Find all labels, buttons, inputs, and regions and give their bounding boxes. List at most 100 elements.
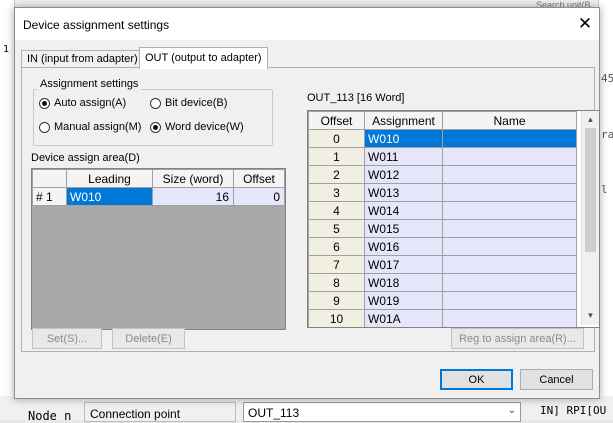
background-connection-point-select[interactable]: OUT_113 ⌄	[243, 402, 521, 422]
delete-button[interactable]: Delete(E)	[112, 328, 185, 349]
radio-auto-assign-label: Auto assign(A)	[54, 97, 127, 109]
table-row[interactable]: 4 W014	[308, 201, 577, 220]
out-table-label: OUT_113 [16 Word]	[307, 92, 405, 104]
column-header-offset[interactable]: Offset	[233, 169, 285, 188]
reg-to-assign-area-button[interactable]: Reg to assign area(R)...	[451, 328, 584, 349]
table-row[interactable]: 6 W016	[308, 237, 577, 256]
assignment-cell[interactable]: W018	[364, 273, 443, 292]
name-cell[interactable]	[442, 165, 577, 184]
scroll-down-icon[interactable]: ▼	[582, 309, 599, 323]
offset-cell: 4	[308, 201, 365, 220]
radio-manual-assign[interactable]: Manual assign(M)	[39, 121, 141, 133]
set-button[interactable]: Set(S)...	[32, 328, 102, 349]
assignment-cell[interactable]: W012	[364, 165, 443, 184]
radio-manual-assign-indicator	[39, 121, 50, 133]
column-header-name[interactable]: Name	[442, 111, 577, 130]
name-cell[interactable]	[442, 183, 577, 202]
dialog-titlebar: Device assignment settings ✕	[15, 8, 599, 40]
name-cell[interactable]	[442, 201, 577, 220]
radio-manual-assign-label: Manual assign(M)	[54, 121, 142, 133]
radio-word-device-indicator	[150, 121, 161, 133]
tab-in[interactable]: IN (input from adapter)	[21, 50, 144, 67]
device-assign-table: Leading Size (word) Offset # 1 W010 16 0	[32, 169, 285, 206]
table-row[interactable]: 3 W013	[308, 183, 577, 202]
leading-cell[interactable]: W010	[66, 187, 153, 206]
scrollbar-thumb[interactable]	[585, 128, 596, 252]
name-cell[interactable]	[442, 237, 577, 256]
background-node-label: Node n	[28, 409, 72, 423]
assignment-cell[interactable]: W017	[364, 255, 443, 274]
tab-out-label: OUT (output to adapter)	[145, 52, 262, 64]
column-header-leading[interactable]: Leading	[66, 169, 153, 188]
offset-cell[interactable]: 0	[233, 187, 285, 206]
assignment-cell[interactable]: W016	[364, 237, 443, 256]
background-connection-point-label: Connection point	[84, 402, 236, 422]
name-cell[interactable]	[442, 273, 577, 292]
name-cell[interactable]	[442, 255, 577, 274]
assignment-cell[interactable]: W014	[364, 201, 443, 220]
device-assign-area-grid[interactable]: Leading Size (word) Offset # 1 W010 16 0	[31, 168, 286, 330]
table-row[interactable]: 0 W010	[308, 129, 577, 148]
background-right-text: ra	[601, 128, 613, 141]
vertical-scrollbar[interactable]: ▲ ▼	[581, 111, 599, 325]
ok-button[interactable]: OK	[440, 369, 513, 390]
column-header-assignment[interactable]: Assignment	[364, 111, 443, 130]
table-row[interactable]: 5 W015	[308, 219, 577, 238]
cancel-button[interactable]: Cancel	[520, 369, 593, 390]
offset-cell: 1	[308, 147, 365, 166]
assignment-cell[interactable]: W019	[364, 291, 443, 310]
size-cell[interactable]: 16	[152, 187, 234, 206]
table-row[interactable]: 7 W017	[308, 255, 577, 274]
assignment-cell[interactable]: W013	[364, 183, 443, 202]
background-line-number: 1	[3, 44, 10, 55]
tab-out[interactable]: OUT (output to adapter)	[139, 47, 268, 69]
connection-point-value: OUT_113	[248, 406, 300, 420]
table-row[interactable]: 2 W012	[308, 165, 577, 184]
offset-cell: 6	[308, 237, 365, 256]
device-assignment-dialog: Device assignment settings ✕ IN (input f…	[14, 7, 600, 399]
name-cell[interactable]	[442, 147, 577, 166]
background-right-text: 45	[601, 72, 613, 85]
name-cell[interactable]	[442, 309, 577, 327]
column-header-size[interactable]: Size (word)	[152, 169, 234, 188]
dialog-title: Device assignment settings	[23, 18, 170, 32]
offset-cell: 9	[308, 291, 365, 310]
offset-cell: 0	[308, 129, 365, 148]
background-right-text: l	[601, 183, 608, 196]
connection-point-text: Connection point	[90, 407, 181, 421]
assignment-cell[interactable]: W010	[364, 129, 443, 148]
assignment-cell[interactable]: W015	[364, 219, 443, 238]
column-header-offset[interactable]: Offset	[308, 111, 365, 130]
scroll-up-icon[interactable]: ▲	[582, 113, 599, 127]
table-row[interactable]: 9 W019	[308, 291, 577, 310]
tab-in-label: IN (input from adapter)	[27, 53, 138, 65]
radio-bit-device-indicator	[150, 97, 161, 109]
offset-cell: 2	[308, 165, 365, 184]
table-row[interactable]: # 1 W010 16 0	[32, 187, 285, 206]
radio-auto-assign-indicator	[39, 97, 50, 109]
out-assignment-table: Offset Assignment Name 0 W010 1 W011 2 W012 3 W…	[308, 111, 577, 327]
name-cell[interactable]	[442, 291, 577, 310]
background-right-pane: 45 ra l	[598, 0, 613, 420]
out-assignment-grid[interactable]: Offset Assignment Name 0 W010 1 W011 2 W012 3 W…	[307, 110, 600, 328]
assignment-cell[interactable]: W01A	[364, 309, 443, 327]
table-row[interactable]: 1 W011	[308, 147, 577, 166]
offset-cell: 3	[308, 183, 365, 202]
chevron-down-icon: ⌄	[507, 405, 516, 416]
table-row[interactable]: 10 W01A	[308, 309, 577, 327]
column-header	[32, 169, 67, 188]
name-cell[interactable]	[442, 219, 577, 238]
close-icon[interactable]: ✕	[575, 14, 595, 34]
radio-bit-device[interactable]: Bit device(B)	[150, 97, 227, 109]
table-header-row: Offset Assignment Name	[308, 111, 577, 130]
table-row[interactable]: 8 W018	[308, 273, 577, 292]
device-assign-area-label: Device assign area(D)	[31, 152, 140, 164]
offset-cell: 5	[308, 219, 365, 238]
radio-auto-assign[interactable]: Auto assign(A)	[39, 97, 126, 109]
background-left-pane: 1	[0, 0, 15, 420]
offset-cell: 8	[308, 273, 365, 292]
radio-word-device[interactable]: Word device(W)	[150, 121, 244, 133]
row-index: # 1	[32, 187, 67, 206]
assignment-cell[interactable]: W011	[364, 147, 443, 166]
name-cell[interactable]	[442, 129, 577, 148]
